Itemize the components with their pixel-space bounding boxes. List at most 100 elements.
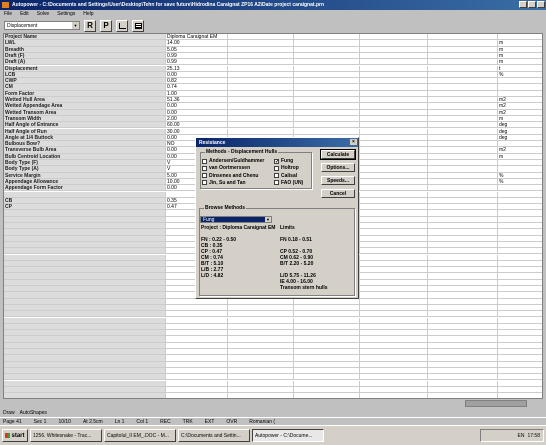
resistance-dialog: Resistance × Methods - Displacement Hull… (195, 137, 359, 299)
task-winamp[interactable]: 1256. Whitesnake - Trac... (30, 429, 102, 442)
project-parameters: Project : Diploma Caraignat EM FN : 0.22 … (201, 225, 275, 279)
table-row (4, 393, 542, 398)
value-cell[interactable] (228, 393, 294, 398)
status-field: Sec 1 (33, 418, 47, 425)
method-label: Fung (281, 158, 294, 164)
result-line: Project : Diploma Caraignat EM (201, 225, 276, 231)
chevron-down-icon[interactable]: ▼ (72, 22, 79, 29)
value-cell[interactable] (428, 393, 498, 398)
method-checkbox[interactable]: van Oortmerssen (202, 165, 250, 171)
windows-logo-icon (5, 433, 11, 438)
unit-cell[interactable] (498, 393, 542, 398)
status-field: Col 1 (136, 418, 149, 425)
status-bar: Page 41 Sec 1 10/10 At 2.5cm Ln 1 Col 1 REC TRK… (0, 417, 546, 425)
browse-method-value: Fung (203, 216, 215, 223)
methods-label: Methods - Displacement Hulls (205, 149, 279, 155)
method-checkbox[interactable]: Dinsenes and Chenu (202, 173, 258, 179)
start-label: start (11, 432, 25, 439)
hull-type-value: Displacement (7, 22, 38, 29)
clock: 17:58 (527, 432, 540, 439)
method-checkbox[interactable]: FAO (UN) (274, 180, 303, 186)
maximize-button[interactable] (528, 1, 536, 8)
task-autopower[interactable]: Autopower - C:\Docume... (252, 429, 324, 442)
status-field: TRK (182, 418, 193, 425)
minimize-button[interactable] (519, 1, 527, 8)
checkbox-box[interactable] (202, 173, 207, 179)
status-field: EXT (204, 418, 215, 425)
result-line: L/D : 4.82 (201, 273, 224, 279)
method-limits: Limits FN 0.18 - 0.51 CP 0.52 - 0.70 CM 0.6… (280, 225, 328, 291)
speeds-button[interactable]: Speeds... (321, 176, 355, 185)
checkbox-box[interactable] (274, 173, 279, 179)
power-button[interactable]: P (100, 19, 112, 32)
dialog-titlebar: Resistance × (196, 138, 358, 147)
toolbar: Displacement ▼ R P (0, 18, 546, 33)
method-label: Jin, Su and Tan (209, 179, 246, 186)
chart-icon (118, 22, 126, 29)
checkbox-box[interactable] (202, 165, 207, 171)
chart-button[interactable] (116, 19, 128, 32)
resistance-button[interactable]: R (84, 19, 96, 32)
status-field: At 2.5cm (82, 418, 103, 425)
checkbox-box[interactable] (274, 165, 279, 171)
table-button[interactable] (132, 19, 144, 32)
method-checkbox[interactable]: Calisal (274, 173, 297, 179)
method-label: Calisal (281, 172, 298, 179)
task-word[interactable]: Capitolul_II EM_.DOC - M... (104, 429, 176, 442)
menu-solve[interactable]: Solve (37, 11, 50, 17)
browse-label: Browse Methods (204, 205, 247, 211)
table-icon (134, 22, 142, 29)
menu-settings[interactable]: Settings (57, 11, 75, 17)
checkbox-box[interactable] (202, 180, 207, 186)
method-checkbox[interactable]: Holtrop (274, 165, 299, 171)
calculate-button[interactable]: Calculate (320, 149, 356, 160)
value-cell[interactable] (360, 393, 428, 398)
method-label: Holtrop (281, 165, 299, 172)
menu-help[interactable]: Help (83, 11, 93, 17)
checkbox-box[interactable] (202, 158, 207, 164)
status-field: Page 41 (3, 418, 22, 425)
value-cell[interactable] (294, 393, 360, 398)
method-checkbox[interactable]: ✓ Fung (274, 158, 293, 164)
method-label: van Oortmerssen (209, 165, 251, 172)
status-field: REC (160, 418, 171, 425)
draw-menu[interactable]: Draw (3, 410, 15, 416)
checkbox-box[interactable]: ✓ (274, 158, 279, 164)
method-checkbox[interactable]: Jin, Su and Tan (202, 180, 246, 186)
horizontal-scrollbar[interactable] (465, 400, 527, 407)
status-field: Ln 1 (114, 418, 125, 425)
method-checkbox[interactable]: Andersen/Guldhammer (202, 158, 264, 164)
method-label: FAO (UN) (281, 179, 304, 186)
method-label: Andersen/Guldhammer (209, 158, 265, 164)
hull-type-select[interactable]: Displacement ▼ (4, 21, 80, 30)
status-field: 10/10 (58, 418, 71, 425)
status-field: OVR (226, 418, 238, 425)
taskbar: start 1256. Whitesnake - Trac... Capitol… (0, 425, 546, 445)
autoshapes-menu[interactable]: AutoShapes (20, 410, 47, 416)
options-button[interactable]: Options... (321, 163, 355, 172)
close-button[interactable] (537, 1, 545, 8)
value-cell[interactable] (166, 393, 228, 398)
browse-method-select[interactable]: Fung ▼ (200, 216, 272, 223)
system-tray: EN 17:58 (480, 429, 544, 442)
chevron-down-icon[interactable]: ▼ (265, 217, 271, 222)
method-label: Dinsenes and Chenu (209, 172, 259, 179)
window-title: Autopower - C:\Documents and Settings\Us… (12, 2, 324, 8)
row-label (4, 393, 166, 398)
window-controls (519, 1, 545, 8)
menu-file[interactable]: File (4, 11, 12, 17)
result-line: Transom stern hulls (280, 285, 328, 291)
checkbox-box[interactable] (274, 180, 279, 186)
dialog-title: Resistance (199, 139, 226, 146)
cancel-button[interactable]: Cancel (321, 189, 355, 198)
drawing-toolbar: Draw AutoShapes (0, 409, 546, 417)
app-icon (2, 2, 9, 8)
start-button[interactable]: start (2, 429, 28, 442)
window-titlebar: Autopower - C:\Documents and Settings\Us… (0, 0, 546, 10)
menu-bar: File Edit Solve Settings Help (0, 10, 546, 18)
close-icon[interactable]: × (350, 139, 357, 145)
menu-edit[interactable]: Edit (20, 11, 29, 17)
status-field: Romanian ( (249, 418, 276, 425)
task-explorer[interactable]: C:\Documents and Settin... (178, 429, 250, 442)
language-indicator[interactable]: EN (518, 433, 525, 439)
